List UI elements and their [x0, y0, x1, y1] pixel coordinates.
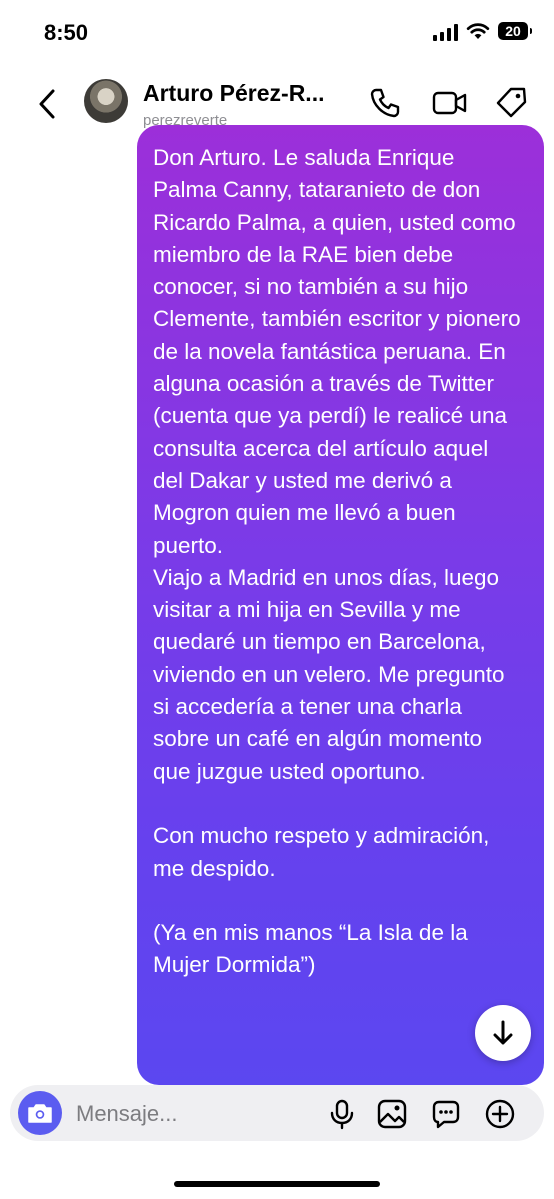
gallery-button[interactable] [376, 1098, 408, 1130]
message-bubble[interactable]: Don Arturo. Le saluda Enrique Palma Cann… [137, 125, 544, 1085]
camera-button[interactable] [18, 1091, 62, 1135]
image-icon [377, 1099, 407, 1129]
chevron-left-icon [39, 89, 55, 119]
message-paragraph: Con mucho respeto y admiración, me despi… [153, 823, 490, 881]
plus-circle-icon [485, 1099, 515, 1129]
video-camera-icon [432, 91, 467, 115]
contact-name[interactable]: Arturo Pérez-R... [143, 80, 355, 107]
avatar[interactable] [84, 79, 128, 123]
chat-bubble-dots-icon [432, 1100, 460, 1129]
message-composer [10, 1085, 544, 1141]
message-paragraph: Viajo a Madrid en unos días, luego visit… [153, 564, 505, 784]
microphone-button[interactable] [326, 1098, 358, 1130]
tag-icon [496, 87, 527, 118]
wifi-icon [466, 23, 490, 39]
battery-icon: 20 [498, 22, 532, 40]
add-button[interactable] [484, 1098, 516, 1130]
status-bar: 8:50 20 [0, 0, 554, 70]
back-button[interactable] [28, 84, 68, 124]
cellular-signal-icon [433, 21, 458, 41]
video-call-button[interactable] [431, 86, 469, 120]
scroll-to-bottom-button[interactable] [475, 1005, 531, 1061]
sticker-button[interactable] [430, 1098, 462, 1130]
message-paragraph: (Ya en mis manos “La Isla de la Mujer Do… [153, 920, 468, 978]
phone-icon [370, 88, 400, 118]
message-paragraph: Don Arturo. Le saluda Enrique Palma Cann… [153, 145, 521, 558]
tag-button[interactable] [494, 86, 528, 120]
voice-call-button[interactable] [368, 86, 402, 120]
home-indicator [174, 1181, 380, 1187]
message-input[interactable] [74, 1095, 318, 1133]
status-time: 8:50 [44, 20, 89, 45]
status-icons: 20 [433, 21, 532, 41]
microphone-icon [330, 1099, 354, 1130]
camera-icon [28, 1104, 52, 1123]
arrow-down-icon [493, 1020, 513, 1045]
